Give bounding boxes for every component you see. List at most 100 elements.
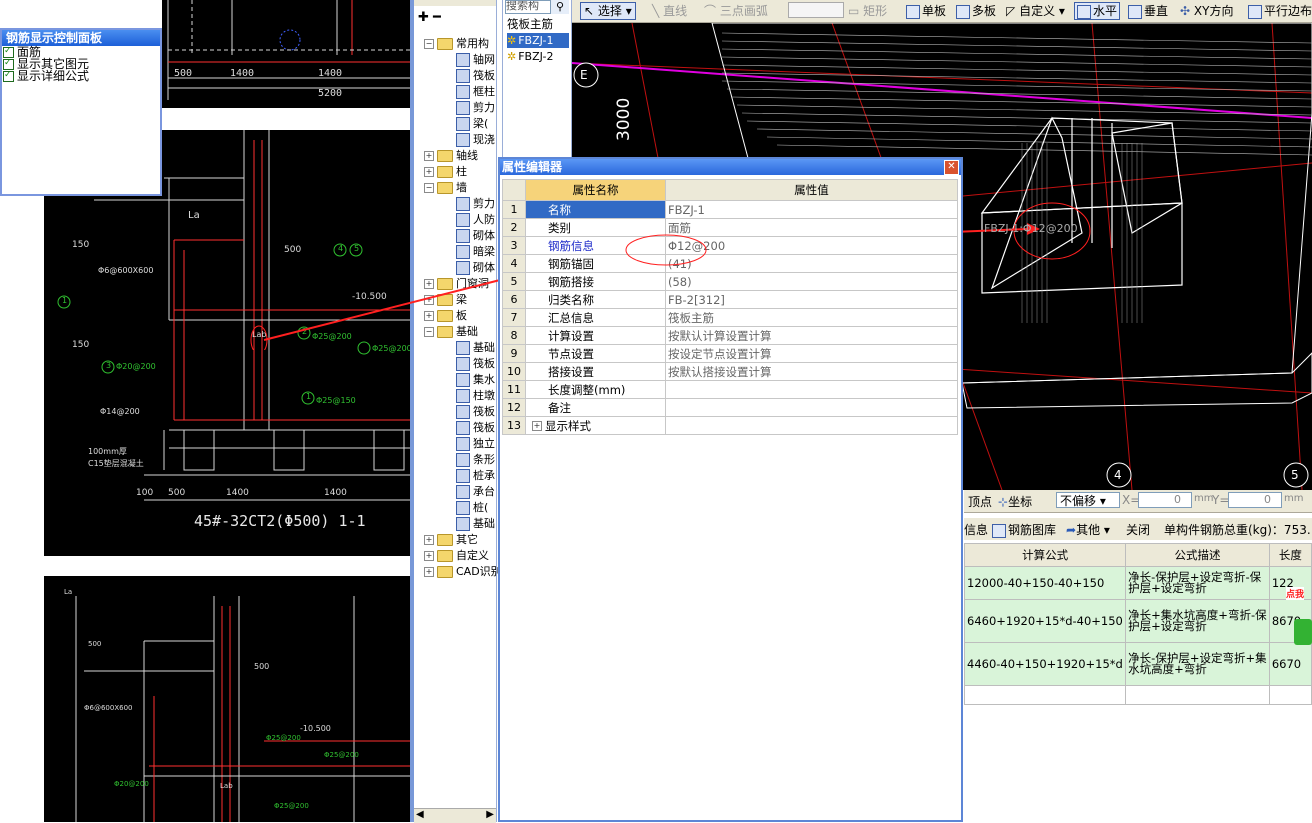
property-row[interactable]: 12 备注	[502, 398, 958, 417]
help-badge[interactable]: 点我	[1286, 587, 1305, 600]
select-button[interactable]: ↖ 选择 ▾	[580, 2, 636, 20]
property-row[interactable]: 11 长度调整(mm)	[502, 380, 958, 399]
row-number: 5	[502, 272, 526, 291]
scroll-left-icon[interactable]: ◀	[416, 809, 424, 820]
list-item-fbzj-2[interactable]: ✲ FBZJ-2	[507, 49, 569, 64]
tree-node[interactable]: 梁(	[456, 116, 488, 132]
custom-button[interactable]: ◸ 自定义 ▾	[1006, 2, 1065, 20]
info-button[interactable]: 信息	[964, 521, 988, 538]
expand-icon[interactable]: +	[424, 567, 434, 577]
property-row[interactable]: 2 类别 面筋	[502, 218, 958, 237]
tree-node[interactable]: 剪力	[456, 100, 495, 116]
tree-node[interactable]: 独立	[456, 436, 495, 452]
table-row[interactable]: 12000-40+150-40+150 净长-保护层+设定弯折-保护层+设定弯折 1…	[964, 566, 1312, 600]
property-row[interactable]: 7 汇总信息 筏板主筋	[502, 308, 958, 327]
property-row[interactable]: 9 节点设置 按设定节点设置计算	[502, 344, 958, 363]
col-value-header: 属性值	[665, 179, 958, 201]
property-name-text: 钢筋信息	[548, 238, 594, 253]
property-row[interactable]: 1 名称 FBZJ-1	[502, 200, 958, 219]
tree-node[interactable]: 承台	[456, 484, 495, 500]
cell-formula: 12000-40+150-40+150	[964, 566, 1127, 600]
property-row[interactable]: 6 归类名称 FB-2[312]	[502, 290, 958, 309]
tree-node[interactable]: 筏板	[456, 68, 495, 84]
tree-node[interactable]: + 其它	[424, 532, 478, 548]
close-button[interactable]: 关闭	[1126, 521, 1150, 538]
collapse-icon[interactable]: −	[424, 183, 434, 193]
tree-node[interactable]: 基础	[456, 516, 495, 532]
expand-icon[interactable]: +	[532, 421, 542, 431]
parallel-edge-button[interactable]: 平行边布	[1248, 2, 1312, 20]
rebar-library-button[interactable]: 钢筋图库	[992, 521, 1056, 538]
property-row[interactable]: 4 钢筋锚固 (41)	[502, 254, 958, 273]
search-icon[interactable]: ⚲	[551, 0, 569, 14]
vertical-button[interactable]: 垂直	[1128, 2, 1168, 20]
property-value[interactable]	[665, 380, 958, 399]
tree-node[interactable]: 筏板	[456, 404, 495, 420]
search-input[interactable]: 搜索构	[505, 0, 551, 14]
property-value[interactable]	[665, 416, 958, 435]
tree-node[interactable]: 框柱	[456, 84, 495, 100]
tree-node[interactable]: − 墙	[424, 180, 467, 196]
list-item-fbzj-1[interactable]: ✲ FBZJ-1	[507, 33, 569, 48]
tree-node[interactable]: 筏板	[456, 356, 495, 372]
line-button[interactable]: ╲ 直线	[652, 2, 687, 20]
expand-icon[interactable]: +	[424, 551, 434, 561]
expand-icon[interactable]: +	[424, 167, 434, 177]
tree-node[interactable]: 柱墩	[456, 388, 495, 404]
property-row[interactable]: 10 搭接设置 按默认搭接设置计算	[502, 362, 958, 381]
rect-button[interactable]: ▭ 矩形	[848, 2, 887, 20]
property-value[interactable]: FB-2[312]	[665, 290, 958, 309]
tree-node[interactable]: + CAD识别	[424, 564, 502, 580]
table-row[interactable]: 4460-40+150+1920+15*d 净长-保护层+设定弯折+集水坑高度+弯…	[964, 642, 1312, 686]
collapse-icon[interactable]: −	[424, 39, 434, 49]
tree-node[interactable]: + 自定义	[424, 548, 489, 564]
property-editor: 属性编辑器 ✕ 属性名称 属性值 1 名称 FBZJ-1 2 类别 面筋 3 钢筋信息 Φ12@…	[498, 157, 963, 822]
tree-node[interactable]: + 柱	[424, 164, 467, 180]
property-row[interactable]: 3 钢筋信息 Φ12@200	[502, 236, 958, 255]
multi-board-button[interactable]: 多板	[956, 2, 996, 20]
close-icon[interactable]: ✕	[944, 160, 959, 175]
other-button[interactable]: ➦其他 ▾	[1066, 521, 1110, 538]
scroll-right-icon[interactable]: ▶	[486, 809, 494, 820]
xy-button[interactable]: ✣ XY方向	[1180, 2, 1233, 20]
property-row[interactable]: 13 + 显示样式	[502, 416, 958, 435]
tree-node[interactable]: − 常用构	[424, 36, 489, 52]
tree-node[interactable]: 集水	[456, 372, 495, 388]
checkbox-icon[interactable]	[3, 69, 14, 82]
tree-node[interactable]: 桩(	[456, 500, 488, 516]
tree-node[interactable]: + 轴线	[424, 148, 478, 164]
property-value[interactable]: 按默认计算设置计算	[665, 326, 958, 345]
property-row[interactable]: 8 计算设置 按默认计算设置计算	[502, 326, 958, 345]
tree-node[interactable]: 人防	[456, 212, 495, 228]
tree-node[interactable]: 条形	[456, 452, 495, 468]
green-arrow-icon[interactable]	[1294, 619, 1312, 645]
tree-node[interactable]: 轴网	[456, 52, 495, 68]
horizontal-button[interactable]: 水平	[1074, 2, 1121, 20]
single-board-button[interactable]: 单板	[906, 2, 946, 20]
expand-icons[interactable]: ✚ ━	[418, 10, 441, 25]
expand-icon[interactable]: +	[424, 535, 434, 545]
table-row[interactable]: 6460+1920+15*d-40+150 净长+集水坑高度+弯折-保护层+设定弯…	[964, 599, 1312, 643]
arc-dropdown[interactable]	[788, 2, 844, 18]
property-row[interactable]: 5 钢筋搭接 (58)	[502, 272, 958, 291]
property-value[interactable]: (58)	[665, 272, 958, 291]
tree-node[interactable]: 桩承	[456, 468, 495, 484]
expand-icon[interactable]: +	[424, 151, 434, 161]
y-input[interactable]: 0	[1228, 492, 1282, 508]
vertex-button[interactable]: 顶点	[968, 493, 992, 510]
arc-button[interactable]: ⌒ 三点画弧	[704, 2, 768, 20]
coord-button[interactable]: ⊹坐标	[998, 493, 1032, 510]
tree-node[interactable]: 筏板	[456, 420, 495, 436]
property-value[interactable]: 按设定节点设置计算	[665, 344, 958, 363]
property-value[interactable]: FBZJ-1	[665, 200, 958, 219]
property-value[interactable]	[665, 398, 958, 417]
dim-label: 1400	[318, 68, 343, 79]
option-show-formula[interactable]: 显示详细公式	[3, 69, 160, 82]
x-input[interactable]: 0	[1138, 492, 1192, 508]
offset-select[interactable]: 不偏移 ▾	[1056, 492, 1120, 508]
property-value[interactable]: 筏板主筋	[665, 308, 958, 327]
tree-node[interactable]: 现浇	[456, 132, 495, 148]
tree-node[interactable]: 剪力	[456, 196, 495, 212]
property-value[interactable]: 按默认搭接设置计算	[665, 362, 958, 381]
tree-scrollbar[interactable]: ◀ ▶	[414, 808, 496, 823]
